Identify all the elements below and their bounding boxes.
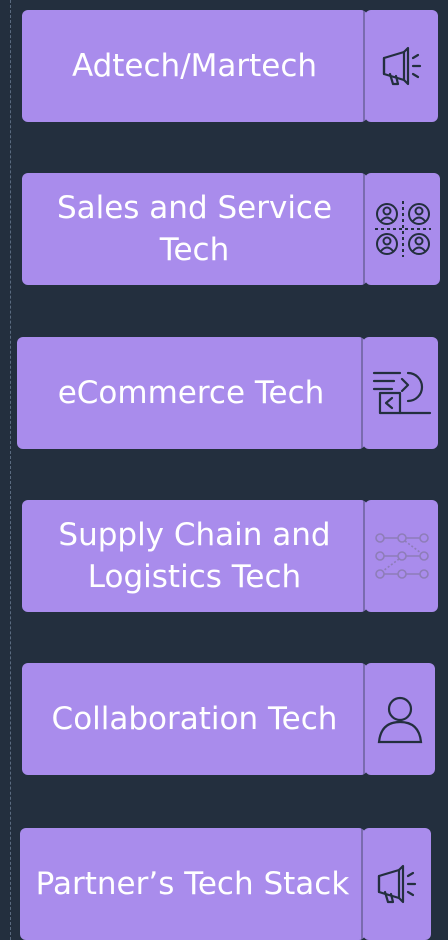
user-icon [377, 696, 423, 744]
ecommerce-exchange-icon [372, 371, 431, 415]
network-nodes-icon [374, 533, 429, 579]
card-partners-tech-stack[interactable]: Partner’s Tech Stack [20, 828, 431, 940]
card-label: Adtech/Martech [71, 48, 318, 84]
card-label: Collaboration Tech [51, 701, 338, 737]
card-label: Sales and Service Tech [56, 190, 333, 268]
people-grid-icon [374, 201, 431, 257]
card-sales-service-tech[interactable]: Sales and Service Tech [22, 173, 440, 285]
card-adtech-martech[interactable]: Adtech/Martech [22, 10, 438, 122]
megaphone-icon [377, 864, 417, 904]
card-supply-chain-logistics-tech[interactable]: Supply Chain and Logistics Tech [22, 500, 438, 612]
megaphone-icon [382, 46, 421, 86]
card-collaboration-tech[interactable]: Collaboration Tech [22, 663, 435, 775]
card-label: Supply Chain and Logistics Tech [58, 517, 331, 595]
card-label: eCommerce Tech [57, 375, 325, 411]
dashed-divider [10, 0, 11, 940]
card-label: Partner’s Tech Stack [35, 866, 350, 902]
card-ecommerce-tech[interactable]: eCommerce Tech [17, 337, 438, 449]
